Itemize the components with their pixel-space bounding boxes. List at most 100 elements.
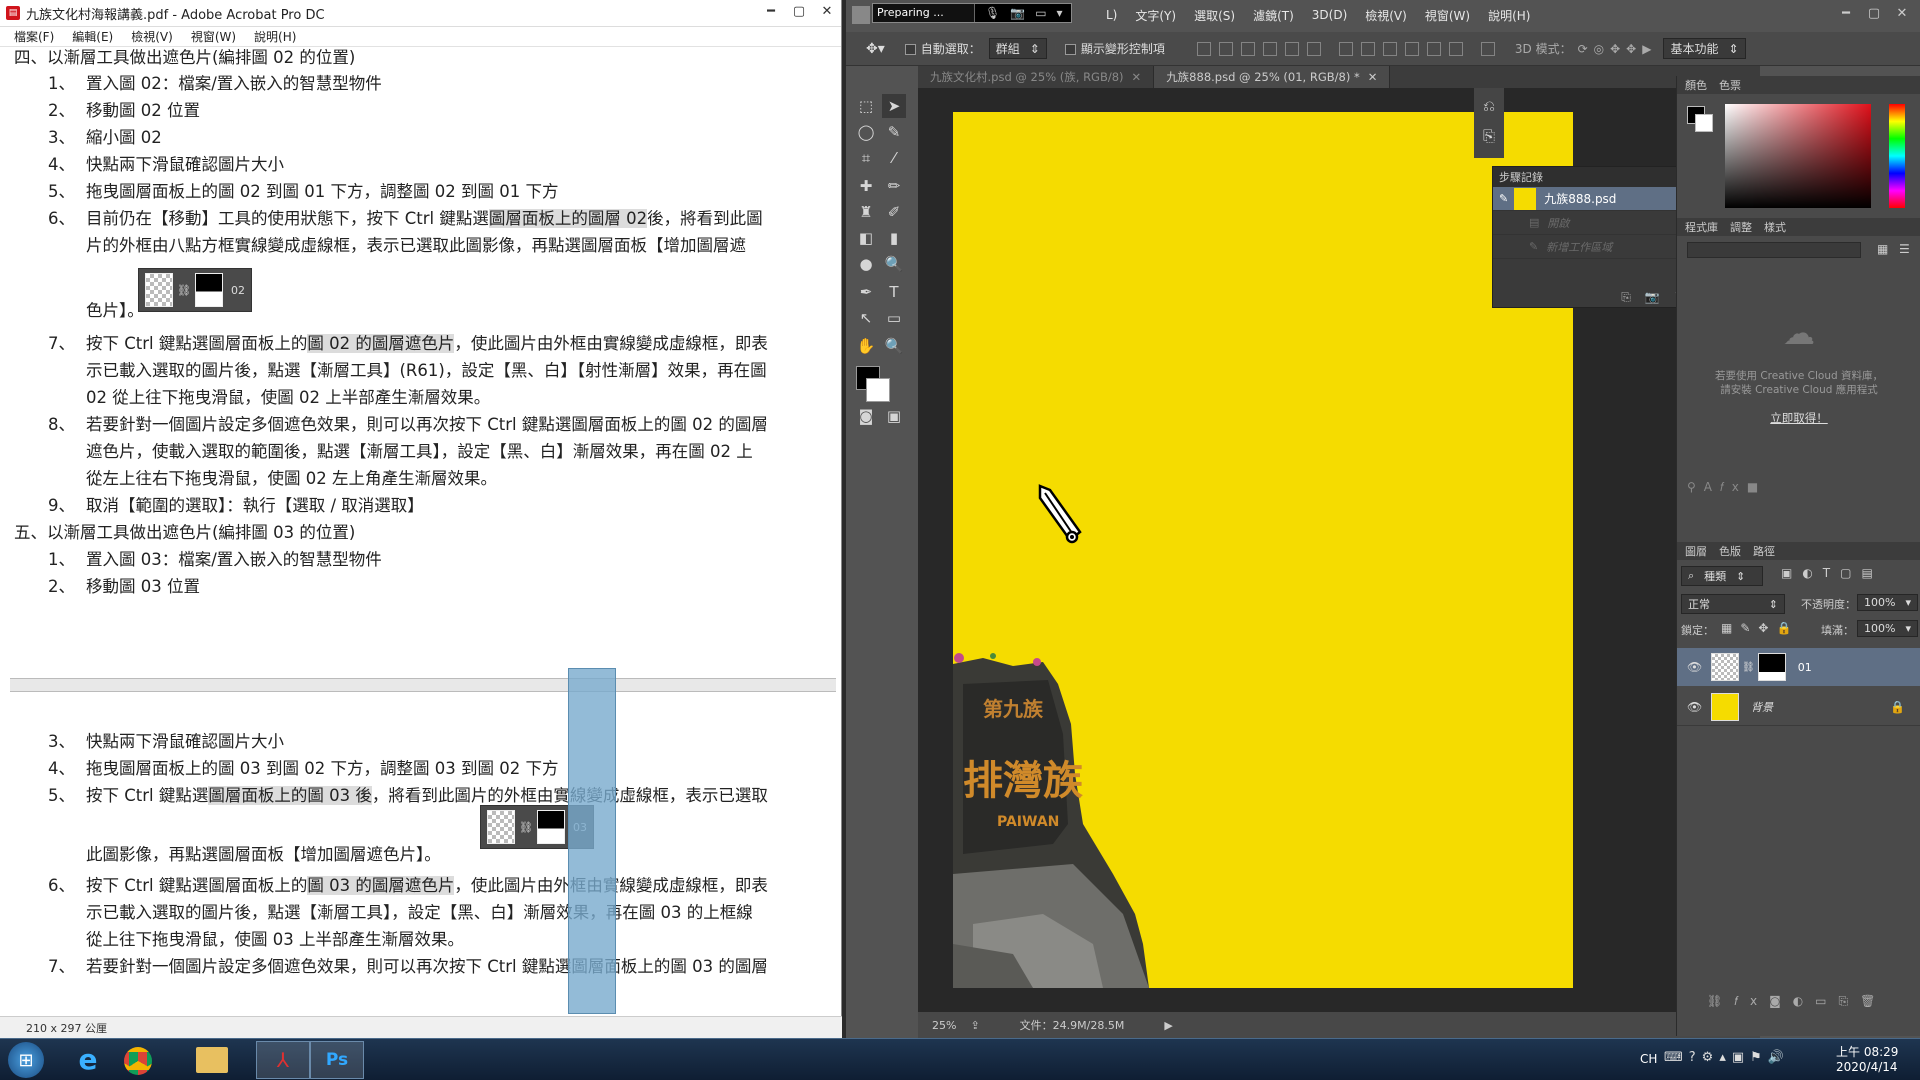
grid-view-icon[interactable]: ▦ xyxy=(1877,242,1888,256)
close-tab-icon[interactable]: ✕ xyxy=(1368,70,1378,84)
ps-menu-type[interactable]: 文字(Y) xyxy=(1135,7,1176,24)
3d-mode-icons[interactable]: ⟳◎✥✥▶ xyxy=(1578,42,1658,56)
blur-tool-icon[interactable]: ● xyxy=(854,252,878,276)
chevron-down-icon[interactable]: ▾ xyxy=(1057,6,1063,20)
move-tool-icon[interactable]: ✥▾ xyxy=(866,41,885,57)
tray-icons[interactable]: ⌨?⚙▴▣⚑🔊 xyxy=(1664,1050,1790,1065)
quick-mask-icon[interactable]: ◙ xyxy=(854,404,878,428)
fill-input[interactable]: 100% ▾ xyxy=(1857,620,1918,637)
path-select-icon[interactable]: ↖ xyxy=(854,306,878,330)
hue-slider[interactable] xyxy=(1889,104,1905,208)
menu-window[interactable]: 視窗(W) xyxy=(191,28,236,45)
camera-icon[interactable]: 📷 xyxy=(1010,6,1025,20)
menu-view[interactable]: 檢視(V) xyxy=(131,28,173,45)
doc-tab[interactable]: 九族文化村.psd @ 25% (族, RGB/8) ✕ xyxy=(918,66,1155,88)
pen-tool-icon[interactable]: ✒ xyxy=(854,280,878,304)
ps-canvas-area[interactable]: 第九族 排灣族 PAIWAN 步驟記錄 ≡ ✎ xyxy=(918,88,1760,1012)
auto-select-checkbox[interactable]: 自動選取： xyxy=(904,40,981,57)
menu-edit[interactable]: 編輯(E) xyxy=(72,28,113,45)
visibility-eye-icon[interactable]: 👁 xyxy=(1687,660,1705,674)
ie-browser-icon[interactable]: e xyxy=(66,1043,110,1077)
layer-row-selected[interactable]: 👁 ⛓ 01 xyxy=(1677,648,1920,686)
stamp-tool-icon[interactable]: ♜ xyxy=(854,200,878,224)
document-canvas[interactable]: 第九族 排灣族 PAIWAN xyxy=(953,112,1573,988)
ps-menu-help[interactable]: 說明(H) xyxy=(1488,7,1530,24)
quick-select-icon[interactable]: ✎ xyxy=(882,120,906,144)
tab-styles[interactable]: 樣式 xyxy=(1764,219,1786,235)
workspace-dropdown[interactable]: 基本功能 ⇕ xyxy=(1663,38,1746,59)
hand-tool-icon[interactable]: ✋ xyxy=(854,334,878,358)
tab-adjustments[interactable]: 調整 xyxy=(1730,219,1752,235)
properties-panel-icon[interactable]: ⎘ xyxy=(1477,124,1501,148)
get-it-now-link[interactable]: 立即取得！ xyxy=(1677,410,1920,426)
layer-row[interactable]: 👁 背景 🔒 xyxy=(1677,688,1920,726)
background-color-swatch[interactable] xyxy=(866,378,890,402)
start-button-icon[interactable]: ⊞ xyxy=(8,1042,44,1078)
layer-filter-icons[interactable]: ▣◐T▢▤ xyxy=(1781,566,1883,580)
history-step[interactable]: ✎ 新增工作區域 xyxy=(1493,235,1699,259)
maximize-button[interactable]: ▢ xyxy=(785,0,813,22)
blend-mode-dropdown[interactable]: 正常 ⇕ xyxy=(1681,594,1785,614)
ps-menu-view[interactable]: 檢視(V) xyxy=(1365,7,1407,24)
auto-select-dropdown[interactable]: 群組 ⇕ xyxy=(988,38,1047,59)
lock-icons[interactable]: ▦✎✥🔒 xyxy=(1721,621,1799,635)
minimize-button[interactable]: ━ xyxy=(757,0,785,22)
acrobat-taskbar-icon[interactable]: ⅄ xyxy=(256,1041,310,1079)
close-tab-icon[interactable]: ✕ xyxy=(1132,70,1142,84)
tab-paths[interactable]: 路徑 xyxy=(1753,543,1775,559)
visibility-eye-icon[interactable]: 👁 xyxy=(1687,700,1705,714)
tab-swatches[interactable]: 色票 xyxy=(1719,77,1741,93)
tab-libraries[interactable]: 程式庫 xyxy=(1685,219,1718,235)
history-snapshot[interactable]: ✎ 九族888.psd xyxy=(1493,187,1699,211)
library-footer-icons[interactable]: ⚲A𝑓x■ xyxy=(1687,480,1766,495)
chrome-browser-icon[interactable] xyxy=(124,1047,152,1075)
tab-color[interactable]: 顏色 xyxy=(1685,77,1707,93)
crop-tool-icon[interactable]: ⌗ xyxy=(854,146,878,170)
file-explorer-icon[interactable] xyxy=(196,1047,228,1073)
healing-brush-icon[interactable]: ✚ xyxy=(854,174,878,198)
status-menu-arrow-icon[interactable]: ▶ xyxy=(1164,1019,1172,1032)
ps-menu-window[interactable]: 視窗(W) xyxy=(1425,7,1470,24)
gradient-tool-icon[interactable]: ▮ xyxy=(882,226,906,250)
ps-menu-filter[interactable]: 濾鏡(T) xyxy=(1253,7,1294,24)
clock-time[interactable]: 上午 08:29 xyxy=(1836,1043,1898,1060)
tab-channels[interactable]: 色版 xyxy=(1719,543,1741,559)
align-buttons[interactable] xyxy=(1193,41,1499,56)
menu-file[interactable]: 檔案(F) xyxy=(14,28,54,45)
type-tool-icon[interactable]: T xyxy=(882,280,906,304)
history-step[interactable]: ▤ 開啟 xyxy=(1493,211,1699,235)
list-view-icon[interactable]: ☰ xyxy=(1899,242,1910,256)
screen-mode-icon[interactable]: ▣ xyxy=(882,404,906,428)
close-button[interactable]: ✕ xyxy=(813,0,841,22)
history-panel-icon[interactable]: ⎌ xyxy=(1477,94,1501,118)
photoshop-taskbar-icon[interactable]: Ps xyxy=(310,1041,364,1079)
show-transform-checkbox[interactable]: 顯示變形控制項 xyxy=(1064,40,1165,57)
input-language[interactable]: CH xyxy=(1640,1052,1657,1066)
layer-filter-dropdown[interactable]: ⌕ 種類 ⇕ xyxy=(1681,566,1763,586)
doc-tab-active[interactable]: 九族888.psd @ 25% (01, RGB/8) * ✕ xyxy=(1154,66,1391,88)
link-icon[interactable]: ⛓ xyxy=(1742,662,1755,673)
brush-tool-icon[interactable]: ✏ xyxy=(882,174,906,198)
background-color-chip[interactable] xyxy=(1695,114,1713,132)
opacity-input[interactable]: 100% ▾ xyxy=(1857,594,1918,611)
zoom-level[interactable]: 25% xyxy=(932,1019,956,1032)
ps-menu-select[interactable]: 選取(S) xyxy=(1194,7,1235,24)
marquee-tool-icon[interactable]: ⬚ xyxy=(854,94,878,118)
ps-menu-layer[interactable]: L) xyxy=(1106,8,1117,22)
zoom-tool-icon[interactable]: 🔍 xyxy=(882,334,906,358)
layer-mask-thumbnail[interactable] xyxy=(1757,653,1786,681)
ps-menu-3d[interactable]: 3D(D) xyxy=(1312,8,1347,22)
rectangle-tool-icon[interactable]: ▭ xyxy=(882,306,906,330)
eraser-tool-icon[interactable]: ◧ xyxy=(854,226,878,250)
microphone-icon[interactable]: 🎙 xyxy=(985,6,1000,20)
drag-scroll-indicator[interactable] xyxy=(568,668,616,1014)
clock-date[interactable]: 2020/4/14 xyxy=(1836,1060,1898,1074)
library-dropdown[interactable] xyxy=(1687,242,1861,258)
new-document-icon[interactable]: ⎘ xyxy=(1621,290,1631,305)
ps-close-button[interactable]: ✕ xyxy=(1888,2,1916,24)
dodge-tool-icon[interactable]: 🔍 xyxy=(882,252,906,276)
move-tool-icon[interactable]: ➤ xyxy=(882,94,906,118)
lasso-tool-icon[interactable]: ◯ xyxy=(854,120,878,144)
ps-minimize-button[interactable]: ━ xyxy=(1832,2,1860,24)
color-picker-field[interactable] xyxy=(1725,104,1871,208)
